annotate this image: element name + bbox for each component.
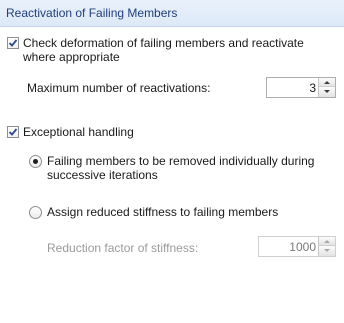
spin-buttons xyxy=(318,78,335,97)
exceptional-handling-checkbox[interactable] xyxy=(7,126,19,138)
max-reactivations-spinner[interactable]: 3 xyxy=(266,77,336,98)
arrow-up-icon xyxy=(324,81,330,84)
check-deformation-label[interactable]: Check deformation of failing members and… xyxy=(23,36,304,50)
spin-up-button xyxy=(319,237,335,246)
check-deformation-checkbox[interactable] xyxy=(7,37,19,49)
remove-individually-radio[interactable] xyxy=(29,155,42,168)
arrow-up-icon xyxy=(324,240,330,243)
spin-down-button[interactable] xyxy=(319,87,335,97)
arrow-down-icon xyxy=(324,249,330,252)
reduction-factor-label: Reduction factor of stiffness: xyxy=(47,241,199,255)
remove-individually-label[interactable]: Failing members to be removed individual… xyxy=(47,154,314,168)
spin-buttons xyxy=(318,237,335,256)
check-deformation-label-cont[interactable]: where appropriate xyxy=(23,50,120,64)
section-title: Reactivation of Failing Members xyxy=(6,6,178,20)
spin-up-button[interactable] xyxy=(319,78,335,87)
reduction-factor-value: 1000 xyxy=(289,240,316,254)
reactivation-panel: Reactivation of Failing Members Check de… xyxy=(0,0,344,323)
check-mark-icon xyxy=(8,128,18,136)
max-reactivations-label: Maximum number of reactivations: xyxy=(27,81,211,95)
reduced-stiffness-label[interactable]: Assign reduced stiffness to failing memb… xyxy=(47,205,278,219)
radio-selected-icon xyxy=(33,159,38,164)
max-reactivations-value[interactable]: 3 xyxy=(309,81,316,95)
remove-individually-label-cont[interactable]: successive iterations xyxy=(47,168,158,182)
reduced-stiffness-radio[interactable] xyxy=(29,206,42,219)
arrow-down-icon xyxy=(324,90,330,93)
section-header: Reactivation of Failing Members xyxy=(0,0,344,27)
exceptional-handling-label[interactable]: Exceptional handling xyxy=(23,125,134,139)
spin-down-button xyxy=(319,246,335,256)
reduction-factor-spinner: 1000 xyxy=(258,236,336,257)
check-mark-icon xyxy=(8,39,18,47)
